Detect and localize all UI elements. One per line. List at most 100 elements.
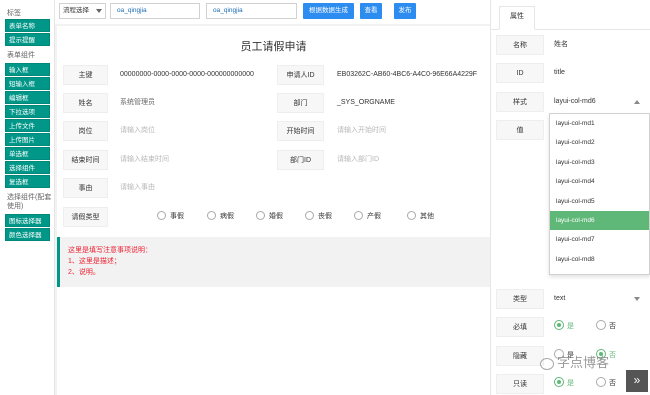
prop-label-style: 样式 [496, 92, 544, 112]
prop-label-value: 值 [496, 120, 544, 140]
prop-required-group: 是 否 [546, 317, 646, 337]
radio-label: 否 [609, 323, 616, 330]
field-end-time[interactable]: 请输入结束时间 [114, 150, 271, 170]
field-name[interactable]: 系统管理员 [114, 93, 271, 113]
sidebar-item-tip[interactable]: 提示提醒 [5, 33, 50, 46]
dropdown-option-selected[interactable]: layui-col-md6 [550, 210, 649, 231]
required-yes-radio[interactable]: 是 [554, 317, 574, 337]
table-name-field-2[interactable]: oa_qingjia [206, 3, 297, 19]
radio-label: 是 [567, 323, 574, 330]
panel-tabbar: 属性 [491, 0, 650, 30]
readonly-no-radio[interactable]: 否 [596, 374, 616, 394]
field-start-time[interactable]: 请输入开始时间 [331, 121, 490, 141]
radio-label: 产假 [367, 213, 381, 220]
generate-button[interactable]: 根据数据生成 [303, 3, 354, 19]
chevron-up-icon [634, 100, 640, 104]
label-reason: 事由 [63, 178, 108, 198]
toolbar: 流程选择 oa_qingjia oa_qingjia 根据数据生成 查看 发布 [55, 0, 490, 24]
radio-leave-personal[interactable]: 事假 [157, 207, 184, 227]
radio-circle-icon [157, 211, 166, 221]
radio-leave-marriage[interactable]: 婚假 [256, 207, 283, 227]
radio-label: 婚假 [269, 213, 283, 220]
notice-heading: 这里是填写注意事项说明： [68, 247, 152, 254]
dropdown-option[interactable]: layui-col-md2 [550, 133, 649, 152]
app-root: 标签 表单名称 提示提醒 表单组件 输入框 短输入框 编辑框 下拉选项 上传文件… [0, 0, 650, 395]
dropdown-option[interactable]: layui-col-md7 [550, 230, 649, 249]
label-name: 姓名 [63, 93, 108, 113]
radio-circle-icon [207, 211, 216, 221]
radio-label: 丧假 [318, 213, 332, 220]
radio-circle-icon [354, 211, 363, 221]
radio-leave-sick[interactable]: 病假 [207, 207, 234, 227]
label-applicant-id: 申请人ID [277, 65, 324, 85]
prop-field-id[interactable]: title [546, 63, 646, 83]
dropdown-option[interactable]: layui-col-md8 [550, 250, 649, 269]
field-applicant-id[interactable]: EB03262C-AB60-4BC6-A4C0-96E66A4229F [331, 65, 490, 85]
radio-label: 病假 [220, 213, 234, 220]
sidebar-item-color-picker[interactable]: 颜色选择器 [5, 228, 50, 241]
prop-label-readonly: 只读 [496, 374, 544, 394]
sidebar-item-upload-image[interactable]: 上传图片 [5, 133, 50, 146]
readonly-yes-radio[interactable]: 是 [554, 374, 574, 394]
sidebar-item-input[interactable]: 输入框 [5, 63, 50, 76]
wechat-icon [540, 357, 554, 370]
double-chevron-right-icon: » [633, 373, 641, 387]
sidebar-item-select[interactable]: 下拉选项 [5, 105, 50, 118]
field-department[interactable]: _SYS_ORGNAME [331, 93, 490, 113]
sidebar-item-checkbox[interactable]: 复选框 [5, 175, 50, 188]
flow-select-value: 流程选择 [63, 7, 89, 14]
radio-checked-icon [554, 320, 564, 331]
expand-button[interactable]: » [626, 370, 648, 392]
radio-checked-icon [554, 377, 564, 388]
notice-box: 这里是填写注意事项说明： 1、这里是描述； 2、说明。 [57, 237, 490, 287]
required-no-radio[interactable]: 否 [596, 317, 616, 337]
radio-label: 事假 [170, 213, 184, 220]
watermark-text: 字点博客 [557, 355, 610, 370]
table-name-field[interactable]: oa_qingjia [110, 3, 200, 19]
sidebar-group-label: 表单名称 提示提醒 [0, 19, 54, 46]
publish-button[interactable]: 发布 [394, 3, 416, 19]
sidebar-item-picker[interactable]: 选择组件 [5, 161, 50, 174]
sidebar-item-editor[interactable]: 编辑框 [5, 91, 50, 104]
prop-field-name[interactable]: 姓名 [546, 35, 646, 55]
radio-circle-icon [256, 211, 265, 221]
sidebar-item-icon-picker[interactable]: 图标选择器 [5, 214, 50, 227]
prop-type-select[interactable]: text [546, 289, 646, 309]
radio-circle-icon [596, 320, 606, 331]
flow-select[interactable]: 流程选择 [59, 3, 106, 19]
sidebar-item-upload-file[interactable]: 上传文件 [5, 119, 50, 132]
sidebar-section-label: 标签 [7, 10, 21, 17]
prop-style-select[interactable]: layui-col-md6 [546, 92, 646, 112]
field-primary-key[interactable]: 00000000-0000-0000-0000-000000000000 [114, 65, 271, 85]
tab-properties[interactable]: 属性 [499, 6, 535, 30]
sidebar-item-radio[interactable]: 单选框 [5, 147, 50, 160]
dropdown-option[interactable]: layui-col-md5 [550, 192, 649, 211]
field-department-id[interactable]: 请输入部门ID [331, 150, 490, 170]
view-button[interactable]: 查看 [360, 3, 382, 19]
field-reason[interactable]: 请输入事由 [114, 178, 484, 198]
form-title: 员工请假申请 [240, 41, 307, 53]
leave-type-radio-group: 事假 病假 婚假 丧假 产假 其他 [57, 207, 490, 227]
prop-style-value: layui-col-md6 [554, 98, 596, 105]
dropdown-option[interactable]: layui-col-md4 [550, 172, 649, 191]
prop-label-required: 必填 [496, 317, 544, 337]
radio-leave-other[interactable]: 其他 [407, 207, 434, 227]
field-position[interactable]: 请输入岗位 [114, 121, 271, 141]
label-department-id: 部门ID [277, 150, 324, 170]
radio-circle-icon [305, 211, 314, 221]
radio-label: 其他 [420, 213, 434, 220]
dropdown-option[interactable]: layui-col-md3 [550, 153, 649, 172]
radio-circle-icon [407, 211, 416, 221]
dropdown-option[interactable]: layui-col-md1 [550, 114, 649, 133]
radio-leave-bereavement[interactable]: 丧假 [305, 207, 332, 227]
sidebar-item-short-input[interactable]: 短输入框 [5, 77, 50, 90]
chevron-down-icon [96, 9, 102, 13]
sidebar-item-form-name[interactable]: 表单名称 [5, 19, 50, 32]
sidebar-group-form: 输入框 短输入框 编辑框 下拉选项 上传文件 上传图片 单选框 选择组件 复选框 [0, 63, 54, 188]
radio-leave-maternity[interactable]: 产假 [354, 207, 381, 227]
notice-line-2: 2、说明。 [68, 269, 100, 276]
sidebar-group-pickers: 图标选择器 颜色选择器 [0, 214, 54, 241]
radio-label: 是 [567, 380, 574, 387]
radio-label: 否 [609, 380, 616, 387]
prop-label-type: 类型 [496, 289, 544, 309]
